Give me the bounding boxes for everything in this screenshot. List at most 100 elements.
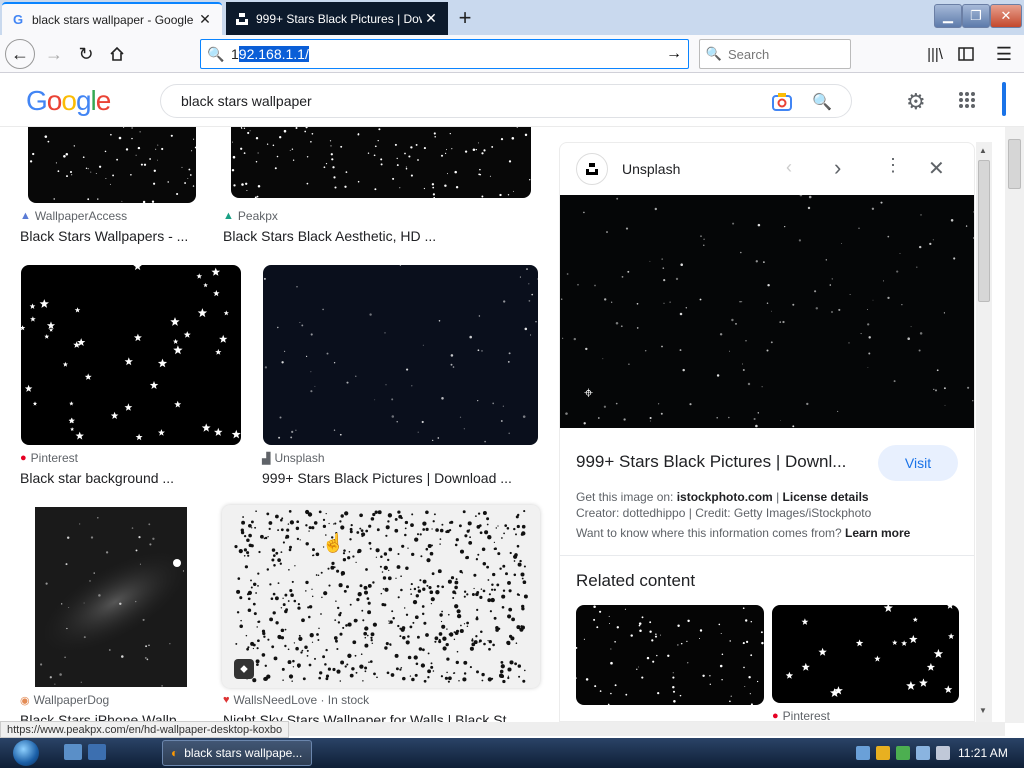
result-thumbnail[interactable]	[21, 265, 241, 445]
security-shield-icon[interactable]	[876, 746, 890, 760]
related-thumbnail[interactable]	[772, 605, 959, 703]
page-scrollbar[interactable]	[1005, 127, 1024, 723]
tab-bar: G black stars wallpaper - Google Search …	[0, 0, 1024, 35]
result-source[interactable]: ▲ WallpaperAccess	[20, 209, 127, 223]
result-thumbnail-hovered[interactable]: ⬥ ☝	[222, 505, 540, 688]
divider	[560, 555, 974, 556]
navigation-toolbar: ← → ↻ 🔍 192.168.1.1/ → 🔍 Search |||\ ☰	[0, 35, 1024, 73]
google-logo[interactable]: Google	[26, 85, 111, 117]
visit-button[interactable]: Visit	[878, 445, 958, 481]
more-options-icon[interactable]: ⋮	[884, 155, 902, 176]
result-title[interactable]: Black star background ...	[20, 470, 220, 486]
close-panel-icon[interactable]: ✕	[928, 156, 945, 181]
result-title[interactable]: 999+ Stars Black Pictures | Download ...	[262, 470, 532, 486]
preview-image[interactable]: ⌖	[560, 193, 974, 428]
search-icon[interactable]: 🔍	[811, 91, 833, 113]
result-thumbnail[interactable]	[28, 127, 196, 203]
result-title[interactable]: Black Stars Black Aesthetic, HD ...	[223, 228, 453, 244]
panel-title[interactable]: 999+ Stars Black Pictures | Downl...	[576, 452, 846, 472]
result-source[interactable]: ● Pinterest	[20, 451, 78, 465]
result-thumbnail[interactable]	[231, 127, 531, 198]
volume-icon[interactable]	[936, 746, 950, 760]
start-button[interactable]	[4, 738, 48, 768]
panel-source-name[interactable]: Unsplash	[622, 161, 680, 177]
network-tray-icon[interactable]	[856, 746, 870, 760]
reload-button[interactable]: ↻	[72, 40, 100, 68]
learn-more-link[interactable]: Learn more	[845, 526, 910, 540]
browser-search-input[interactable]: 🔍 Search	[699, 39, 851, 69]
related-thumbnail[interactable]	[576, 605, 764, 705]
license-details-link[interactable]: License details	[783, 490, 869, 504]
panel-header: Unsplash ‹ › ⋮ ✕	[560, 143, 974, 195]
tab-unsplash[interactable]: 999+ Stars Black Pictures | Download ✕	[226, 2, 448, 35]
related-content-heading: Related content	[576, 571, 696, 590]
result-thumbnail[interactable]	[263, 265, 538, 445]
tab-google-search[interactable]: G black stars wallpaper - Google Search …	[2, 2, 222, 35]
clock[interactable]: 11:21 AM	[958, 746, 1008, 760]
maximize-button[interactable]: ❐	[962, 4, 990, 28]
home-button[interactable]	[103, 40, 131, 68]
go-arrow-icon[interactable]: →	[660, 45, 688, 63]
library-icon[interactable]: |||\	[921, 40, 949, 68]
unsplash-favicon-icon	[234, 11, 250, 27]
unsplash-icon: ▟	[262, 452, 271, 465]
settings-gear-icon[interactable]: ⚙	[906, 89, 926, 115]
peakpx-icon: ▲	[223, 210, 234, 222]
switch-windows-icon[interactable]	[88, 744, 106, 760]
search-icon: 🔍	[207, 45, 225, 62]
update-tray-icon[interactable]	[896, 746, 910, 760]
next-chevron-icon[interactable]: ›	[834, 155, 841, 181]
result-source[interactable]: ♥ WallsNeedLove · In stock	[223, 693, 369, 707]
new-tab-button[interactable]: +	[452, 5, 478, 31]
search-icon: 🔍	[705, 46, 723, 61]
hand-cursor-icon: ☝	[322, 533, 345, 553]
image-site-link[interactable]: istockphoto.com	[677, 490, 773, 504]
google-lens-icon[interactable]	[771, 91, 793, 113]
system-tray	[856, 738, 950, 768]
show-desktop-icon[interactable]	[64, 744, 82, 760]
google-search-box[interactable]: black stars wallpaper 🔍	[160, 84, 852, 118]
firefox-icon: ◐	[171, 746, 179, 760]
previous-chevron-icon[interactable]: ‹	[786, 157, 792, 178]
panel-scrollbar[interactable]: ▲ ▼	[976, 142, 992, 722]
unsplash-logo-icon	[576, 153, 608, 185]
forward-button[interactable]: →	[40, 40, 68, 68]
pinterest-icon: ●	[772, 710, 779, 722]
search-query[interactable]: black stars wallpaper	[181, 93, 312, 109]
result-title[interactable]: Black Stars Wallpapers - ...	[20, 228, 200, 244]
google-header: Google black stars wallpaper 🔍 ⚙	[0, 73, 1024, 127]
tab-title: black stars wallpaper - Google Search	[32, 12, 196, 27]
status-url-tooltip: https://www.peakpx.com/en/hd-wallpaper-d…	[0, 721, 290, 738]
result-thumbnail[interactable]	[35, 507, 187, 687]
tab-close-icon[interactable]: ✕	[422, 10, 440, 27]
google-favicon-icon: G	[12, 12, 24, 27]
taskbar-firefox-item[interactable]: ◐ black stars wallpape...	[162, 740, 312, 766]
apps-grid-icon[interactable]	[958, 89, 976, 115]
info-line: Want to know where this information come…	[576, 526, 911, 540]
result-source[interactable]: ◉ WallpaperDog	[20, 693, 109, 707]
wallpaperaccess-icon: ▲	[20, 210, 31, 222]
address-input[interactable]: 192.168.1.1/	[231, 46, 660, 62]
image-preview-panel: Unsplash ‹ › ⋮ ✕ ⌖ 999+ Stars Black Pict…	[559, 142, 975, 722]
minimize-button[interactable]: ▁	[934, 4, 962, 28]
pinterest-icon: ●	[20, 452, 27, 464]
display-tray-icon[interactable]	[916, 746, 930, 760]
back-button[interactable]: ←	[5, 39, 35, 69]
tag-icon[interactable]: ⬥	[234, 659, 254, 679]
account-accent	[1002, 82, 1006, 116]
windows-orb-icon	[13, 740, 39, 766]
wallpaperdog-icon: ◉	[20, 694, 30, 707]
panel-scroll-thumb[interactable]	[978, 160, 990, 302]
sidebar-icon[interactable]	[952, 40, 980, 68]
close-window-button[interactable]: ✕	[990, 4, 1022, 28]
related-source[interactable]: ● Pinterest	[772, 709, 830, 722]
tab-close-icon[interactable]: ✕	[196, 11, 214, 28]
home-icon	[110, 46, 124, 61]
result-source[interactable]: ▟ Unsplash	[262, 451, 325, 465]
result-source[interactable]: ▲ Peakpx	[223, 209, 278, 223]
address-bar[interactable]: 🔍 192.168.1.1/ →	[200, 39, 689, 69]
page-scroll-thumb[interactable]	[1008, 139, 1021, 189]
credit-line: Creator: dottedhippo | Credit: Getty Ima…	[576, 506, 872, 520]
lens-search-icon[interactable]: ⌖	[584, 385, 604, 405]
menu-icon[interactable]: ☰	[990, 40, 1018, 68]
